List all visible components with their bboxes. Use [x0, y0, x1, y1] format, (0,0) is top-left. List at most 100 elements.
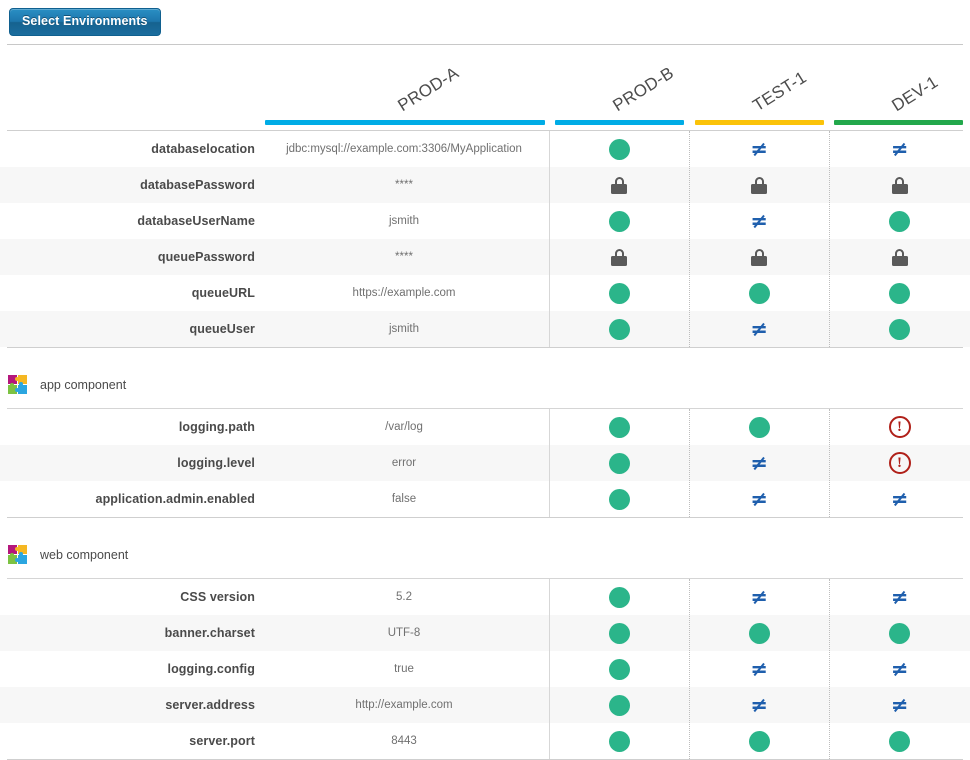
table-row[interactable]: logging.configtrue≠≠ — [0, 651, 970, 687]
not-equal-icon: ≠ — [750, 489, 768, 510]
status-cell[interactable] — [689, 275, 829, 311]
status-cell[interactable] — [689, 409, 829, 445]
table-row[interactable]: banner.charsetUTF-8 — [0, 615, 970, 651]
select-environments-button[interactable]: Select Environments — [9, 8, 161, 36]
section-header-app-component[interactable]: app component — [0, 362, 970, 408]
property-key: application.admin.enabled — [0, 481, 255, 517]
status-cell[interactable] — [829, 203, 970, 239]
not-equal-icon: ≠ — [750, 139, 768, 160]
lock-icon — [892, 249, 908, 266]
status-cell[interactable]: ≠ — [829, 579, 970, 615]
section-title: web component — [40, 548, 128, 562]
green-circle-icon — [889, 283, 910, 304]
status-cell[interactable]: ≠ — [689, 311, 829, 347]
status-cell[interactable] — [829, 615, 970, 651]
status-cell[interactable] — [549, 579, 689, 615]
status-cell[interactable] — [549, 481, 689, 517]
lock-icon — [751, 249, 767, 266]
status-cell[interactable]: ≠ — [689, 687, 829, 723]
status-cell[interactable] — [549, 687, 689, 723]
table-row[interactable]: databasePassword**** — [0, 167, 970, 203]
status-cell[interactable] — [829, 311, 970, 347]
status-cell[interactable]: ≠ — [689, 579, 829, 615]
property-key: databaseUserName — [0, 203, 255, 239]
status-cell[interactable]: ≠ — [829, 687, 970, 723]
property-key: server.address — [0, 687, 255, 723]
not-equal-icon: ≠ — [891, 695, 909, 716]
status-cell[interactable] — [549, 167, 689, 203]
table-row[interactable]: queuePassword**** — [0, 239, 970, 275]
property-value: jdbc:mysql://example.com:3306/MyApplicat… — [265, 131, 543, 167]
status-cell[interactable] — [689, 615, 829, 651]
toolbar: Select Environments — [0, 0, 970, 40]
environment-label: PROD-A — [394, 63, 462, 116]
status-cell[interactable]: ≠ — [689, 203, 829, 239]
environment-color-bar — [834, 120, 963, 125]
environment-color-bar — [555, 120, 684, 125]
status-cell[interactable]: ! — [829, 445, 970, 481]
table-row[interactable]: databaselocationjdbc:mysql://example.com… — [0, 131, 970, 167]
warning-exclamation-icon: ! — [889, 416, 911, 438]
status-cell[interactable]: ≠ — [689, 445, 829, 481]
status-cell[interactable] — [829, 723, 970, 759]
green-circle-icon — [609, 731, 630, 752]
status-cell[interactable]: ≠ — [829, 651, 970, 687]
grid-header: PROD-A PROD-BTEST-1DEV-1 — [0, 45, 970, 130]
section-rows-web-component: CSS version5.2≠≠banner.charsetUTF-8loggi… — [0, 579, 970, 759]
environment-column-dev-1[interactable]: DEV-1 — [829, 45, 968, 130]
table-row[interactable]: server.port8443 — [0, 723, 970, 759]
puzzle-nub — [10, 553, 14, 557]
green-circle-icon — [609, 695, 630, 716]
status-cell[interactable]: ! — [829, 409, 970, 445]
puzzle-nub — [15, 377, 19, 381]
table-row[interactable]: CSS version5.2≠≠ — [0, 579, 970, 615]
status-cell[interactable] — [549, 615, 689, 651]
property-value: jsmith — [265, 203, 543, 239]
lock-body — [892, 184, 908, 194]
status-cell[interactable] — [829, 167, 970, 203]
lock-icon — [611, 249, 627, 266]
section-header-web-component[interactable]: web component — [0, 532, 970, 578]
status-cell[interactable] — [549, 239, 689, 275]
status-cell[interactable] — [829, 275, 970, 311]
green-circle-icon — [609, 319, 630, 340]
status-cell[interactable]: ≠ — [689, 481, 829, 517]
property-key: banner.charset — [0, 615, 255, 651]
environment-column-prod-a[interactable]: PROD-A — [260, 45, 550, 130]
not-equal-icon: ≠ — [891, 659, 909, 680]
status-cell[interactable] — [549, 409, 689, 445]
environment-column-prod-b[interactable]: PROD-B — [550, 45, 689, 130]
green-circle-icon — [889, 731, 910, 752]
status-cell[interactable]: ≠ — [829, 131, 970, 167]
status-cell[interactable] — [829, 239, 970, 275]
table-row[interactable]: application.admin.enabledfalse≠≠ — [0, 481, 970, 517]
section-spacer — [0, 348, 970, 362]
not-equal-icon: ≠ — [750, 453, 768, 474]
status-cell[interactable] — [549, 723, 689, 759]
status-cell[interactable] — [549, 651, 689, 687]
environment-column-test-1[interactable]: TEST-1 — [690, 45, 829, 130]
puzzle-nub — [15, 547, 19, 551]
status-cell[interactable]: ≠ — [689, 651, 829, 687]
status-cell[interactable] — [549, 275, 689, 311]
status-cell[interactable]: ≠ — [829, 481, 970, 517]
table-row[interactable]: logging.path/var/log! — [0, 409, 970, 445]
status-cell[interactable] — [549, 311, 689, 347]
puzzle-nub — [19, 382, 23, 386]
status-cell[interactable] — [549, 445, 689, 481]
status-cell[interactable] — [549, 131, 689, 167]
table-row[interactable]: queueURLhttps://example.com — [0, 275, 970, 311]
green-circle-icon — [749, 731, 770, 752]
status-cell[interactable]: ≠ — [689, 131, 829, 167]
table-row[interactable]: server.addresshttp://example.com≠≠ — [0, 687, 970, 723]
status-cell[interactable] — [689, 167, 829, 203]
green-circle-icon — [889, 211, 910, 232]
status-cell[interactable] — [689, 239, 829, 275]
table-row[interactable]: databaseUserName jsmith ≠ — [0, 203, 970, 239]
table-row[interactable]: queueUserjsmith≠ — [0, 311, 970, 347]
table-row[interactable]: logging.levelerror≠! — [0, 445, 970, 481]
status-cell[interactable] — [549, 203, 689, 239]
property-value: error — [265, 445, 543, 481]
status-cell[interactable] — [689, 723, 829, 759]
green-circle-icon — [889, 623, 910, 644]
